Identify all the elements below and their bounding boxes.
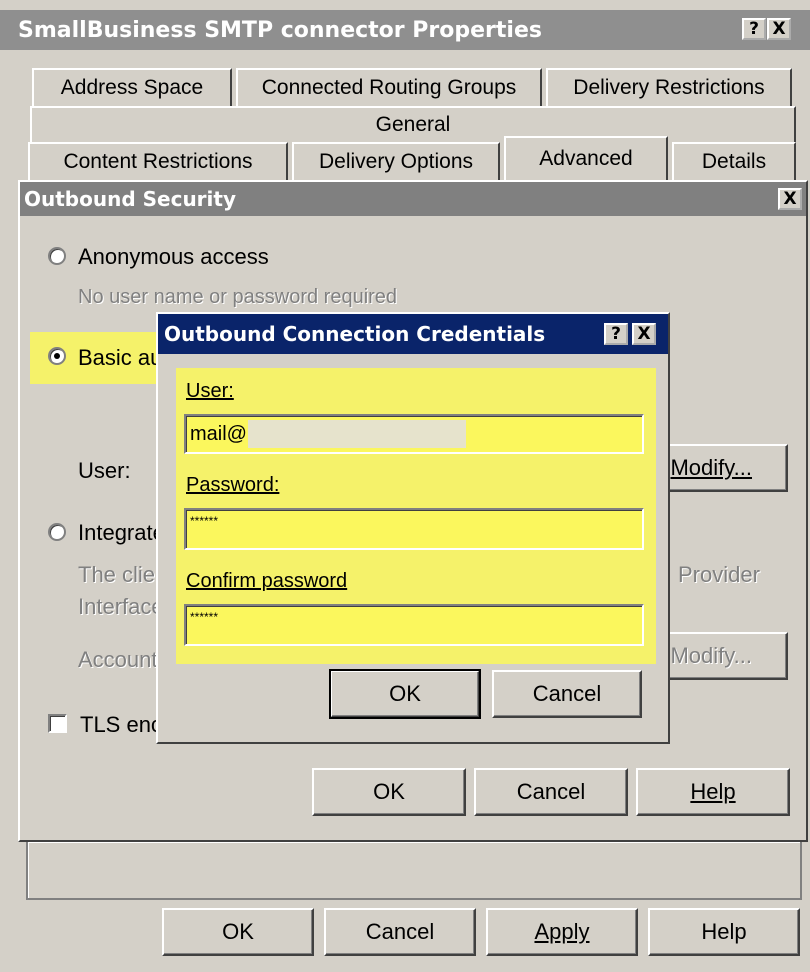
credentials-title: Outbound Connection Credentials — [164, 322, 546, 346]
modify-label: Modify... — [670, 455, 752, 480]
credentials-help-button[interactable]: ? — [604, 323, 628, 345]
password-value: ****** — [190, 514, 219, 528]
outer-help-button[interactable]: ? — [742, 18, 766, 40]
tab-delivery-options[interactable]: Delivery Options — [292, 142, 500, 180]
anonymous-label[interactable]: Anonymous access — [78, 244, 269, 270]
basic-auth-radio[interactable] — [48, 347, 66, 365]
user-value: mail@ — [190, 422, 247, 445]
credentials-title-bar: Outbound Connection Credentials — [158, 314, 668, 354]
integrated-description-1: The clie — [78, 562, 156, 587]
cred-password-label-text: Password: — [186, 474, 280, 496]
redacted-block — [248, 420, 466, 448]
security-close-button[interactable]: X — [778, 188, 802, 210]
outer-ok-button[interactable]: OK — [162, 908, 314, 956]
account-label: Account — [78, 647, 158, 672]
tab-general[interactable]: General — [30, 106, 796, 142]
outer-apply-button[interactable]: Apply — [486, 908, 638, 956]
cred-user-label-text: User: — [186, 380, 234, 402]
security-title-bar: Outbound Security — [20, 182, 806, 216]
credentials-ok-button[interactable]: OK — [329, 669, 481, 719]
integrated-description-2: Interface — [78, 594, 164, 619]
security-help-label: Help — [690, 779, 736, 804]
outer-group-box — [26, 840, 802, 900]
integrated-label[interactable]: Integrate — [78, 520, 165, 546]
tab-delivery-restrictions[interactable]: Delivery Restrictions — [546, 68, 792, 106]
integrated-radio[interactable] — [48, 523, 66, 541]
tls-label[interactable]: TLS enc — [80, 712, 162, 738]
security-ok-button[interactable]: OK — [312, 768, 466, 816]
credentials-close-button[interactable]: X — [632, 323, 656, 345]
security-user-label: User: — [78, 458, 131, 483]
integrated-description-right: Provider — [678, 562, 760, 587]
anonymous-description: No user name or password required — [78, 286, 398, 308]
outer-title-bar: SmallBusiness SMTP connector Properties — [0, 10, 810, 50]
tab-details[interactable]: Details — [672, 142, 796, 180]
modify-account-label: Modify... — [670, 643, 752, 668]
tls-checkbox[interactable] — [48, 714, 67, 733]
tab-address-space[interactable]: Address Space — [32, 68, 232, 106]
outer-close-button[interactable]: X — [767, 18, 791, 40]
outer-cancel-button[interactable]: Cancel — [324, 908, 476, 956]
security-help-button[interactable]: Help — [636, 768, 790, 816]
cred-confirm-label: Confirm password — [186, 570, 347, 593]
outer-title: SmallBusiness SMTP connector Properties — [18, 17, 542, 43]
basic-auth-label[interactable]: Basic au — [78, 345, 162, 371]
outer-help-footer-button[interactable]: Help — [648, 908, 800, 956]
confirm-password-input[interactable]: ****** — [184, 604, 644, 646]
anonymous-radio[interactable] — [48, 247, 66, 265]
tab-content-restrictions[interactable]: Content Restrictions — [28, 142, 288, 180]
tab-connected-routing-groups[interactable]: Connected Routing Groups — [236, 68, 542, 106]
cred-password-label: Password: — [186, 474, 279, 497]
confirm-value: ****** — [190, 610, 219, 624]
cred-user-label: User: — [186, 380, 234, 403]
security-cancel-button[interactable]: Cancel — [474, 768, 628, 816]
security-title: Outbound Security — [24, 187, 236, 211]
password-input[interactable]: ****** — [184, 508, 644, 550]
user-input[interactable]: mail@ — [184, 414, 644, 454]
apply-label: Apply — [534, 919, 590, 944]
tab-advanced[interactable]: Advanced — [504, 136, 668, 180]
cred-confirm-label-text: Confirm password — [186, 570, 348, 592]
credentials-cancel-button[interactable]: Cancel — [492, 670, 642, 718]
